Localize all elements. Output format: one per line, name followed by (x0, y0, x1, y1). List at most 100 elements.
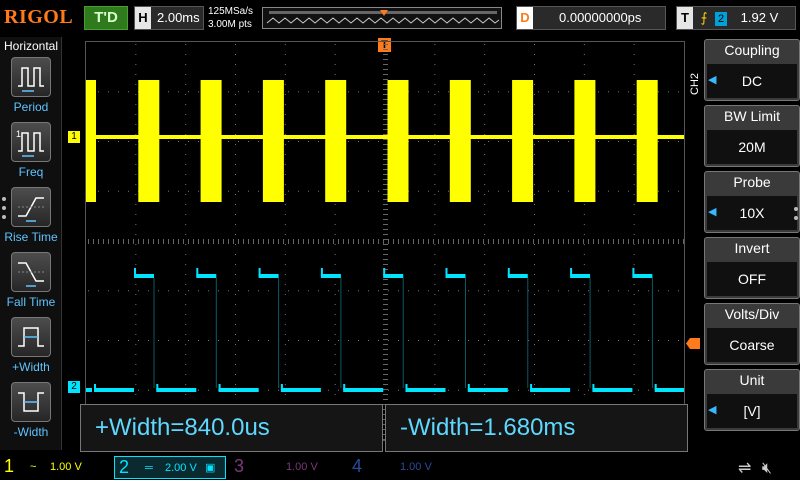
ch1-burst (325, 80, 347, 202)
ch4-status[interactable]: 4 1.00 V (348, 456, 460, 479)
menu-probe[interactable]: Probe 10X ◀ (704, 171, 800, 233)
ch2-rising-edge (445, 268, 448, 276)
ch2-low-step (94, 384, 96, 390)
menu-bw-limit[interactable]: BW Limit 20M (704, 105, 800, 167)
channel-status-bar: 1 ~ 1.00 V 2 ═ 2.00 V ▣ 3 1.00 V 4 1.00 … (0, 455, 800, 480)
ch2-high-segment (570, 274, 591, 278)
menu-invert[interactable]: Invert OFF (704, 237, 800, 299)
ch1-offset-marker[interactable]: 1 (68, 131, 80, 143)
ch2-rising-edge (196, 268, 199, 276)
channel-menu: Coupling DC ◀ BW Limit 20M Probe 10X ◀ I… (704, 37, 800, 450)
ch1-burst (449, 80, 471, 202)
ch2-bw-limit-icon: ▣ (205, 462, 216, 474)
menu-channel-tag: CH2 (689, 72, 701, 95)
ch2-low-segment (530, 388, 571, 392)
ch4-scale: 1.00 V (400, 461, 432, 473)
trigger-key: T (677, 7, 693, 29)
unit-arrow-icon: ◀ (708, 404, 717, 416)
top-status-bar: RIGOL T'D H 2.00ms 125MSa/s 3.00M pts D 0.… (0, 0, 800, 36)
mute-icon[interactable]: 🔇︎ (762, 460, 772, 477)
ch2-high-segment (632, 274, 653, 278)
probe-arrow-icon: ◀ (708, 206, 717, 218)
ch2-high-segment (258, 274, 279, 278)
ch2-high-segment (383, 274, 404, 278)
memory-waveform-icon (266, 10, 500, 24)
ch2-low-segment (94, 388, 134, 392)
run-status-badge[interactable]: T'D (84, 6, 128, 30)
measure-positive-width-label: +Width (12, 360, 50, 374)
ch2-low-segment (467, 388, 508, 392)
acquisition-info: 125MSa/s 3.00M pts (208, 5, 253, 31)
ch3-status[interactable]: 3 1.00 V (230, 456, 342, 479)
ch2-low-segment (86, 388, 92, 392)
timebase-value: 2.00ms (157, 10, 200, 25)
delay-value: 0.00000000ps (559, 10, 642, 25)
ch2-high-segment (196, 274, 217, 278)
timebase-box[interactable]: H 2.00ms (134, 6, 204, 30)
ch2-low-segment (218, 388, 259, 392)
ch1-burst (86, 80, 96, 202)
measure-freq-label: Freq (18, 165, 44, 179)
memory-position-bar[interactable] (262, 7, 502, 29)
ch2-offset-marker[interactable]: 2 (68, 381, 80, 393)
ch1-burst (636, 80, 658, 202)
coupling-arrow-icon: ◀ (708, 74, 717, 86)
menu-coupling-title: Coupling (724, 42, 780, 58)
ch2-low-segment (592, 388, 633, 392)
ch2-low-step (467, 384, 470, 390)
delay-key: D (517, 7, 533, 29)
menu-bw-limit-title: BW Limit (724, 108, 780, 124)
trigger-box[interactable]: T ⨍ 2 1.92 V (676, 6, 796, 30)
positive-width-icon (11, 317, 51, 357)
ch2-high-segment (320, 274, 341, 278)
ch1-burst (574, 80, 596, 202)
measure-negative-width-label: -Width (13, 425, 49, 439)
measure-freq-item[interactable]: 1 Freq (0, 122, 62, 186)
ch1-status[interactable]: 1 ~ 1.00 V (0, 456, 110, 479)
menu-unit-value: [V] (707, 394, 797, 428)
ch2-high-segment (507, 274, 528, 278)
measure-negative-width-item[interactable]: -Width (0, 382, 62, 446)
menu-coupling[interactable]: Coupling DC ◀ (704, 39, 800, 101)
menu-bw-limit-value: 20M (707, 130, 797, 164)
ch2-rising-edge (632, 268, 635, 276)
ch2-rising-edge (570, 268, 573, 276)
ch2-rising-edge (507, 268, 510, 276)
waveform-canvas (86, 44, 684, 440)
menu-invert-value: OFF (707, 262, 797, 296)
delay-box[interactable]: D 0.00000000ps (516, 6, 666, 30)
ch2-status[interactable]: 2 ═ 2.00 V ▣ (114, 456, 226, 479)
horizontal-key: H (135, 7, 151, 29)
freq-icon: 1 (11, 122, 51, 162)
fall-time-icon (11, 252, 51, 292)
svg-text:1: 1 (16, 129, 21, 139)
menu-volts-div[interactable]: Volts/Div Coarse (704, 303, 800, 365)
menu-page-dot (794, 207, 798, 211)
measure-rise-time-item[interactable]: Rise Time (0, 187, 62, 251)
ch2-low-step (530, 384, 533, 390)
ch1-number: 1 (4, 456, 15, 476)
sample-rate: 125MSa/s (208, 6, 254, 17)
rise-time-icon (11, 187, 51, 227)
ch2-number: 2 (119, 457, 130, 477)
ch3-scale: 1.00 V (286, 461, 318, 473)
waveform-display[interactable] (85, 41, 685, 441)
ch2-low-step (156, 384, 159, 390)
measure-fall-time-label: Fall Time (6, 295, 56, 309)
ch2-high-segment (134, 274, 154, 278)
menu-probe-title: Probe (733, 174, 771, 190)
measure-positive-width-item[interactable]: +Width (0, 317, 62, 381)
menu-unit-title: Unit (739, 372, 765, 388)
ch3-number: 3 (234, 456, 245, 476)
trigger-level-marker[interactable] (686, 336, 700, 349)
measure-period-item[interactable]: Period (0, 57, 62, 121)
ch2-low-segment (280, 388, 321, 392)
menu-volts-div-value: Coarse (707, 328, 797, 362)
negative-width-measurement: -Width=1.680ms (385, 404, 688, 452)
ch2-rising-edge (383, 268, 386, 276)
menu-probe-value: 10X (707, 196, 797, 230)
menu-unit[interactable]: Unit [V] ◀ (704, 369, 800, 431)
measure-period-label: Period (13, 100, 49, 114)
measure-fall-time-item[interactable]: Fall Time (0, 252, 62, 316)
ch4-number: 4 (352, 456, 363, 476)
